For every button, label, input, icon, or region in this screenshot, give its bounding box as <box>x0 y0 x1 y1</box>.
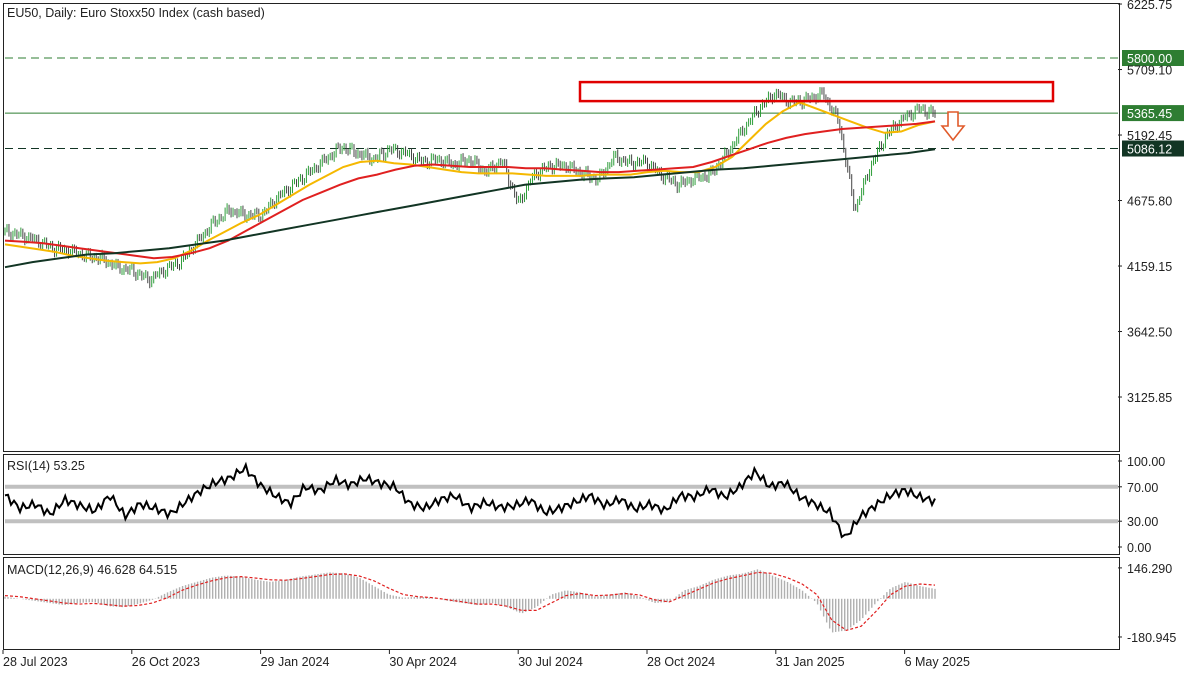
rsi-panel <box>3 454 1120 555</box>
x-tick-label: 29 Jan 2024 <box>261 655 330 669</box>
y-tick-label: 5192.45 <box>1127 129 1172 143</box>
x-tick-label: 30 Jul 2024 <box>518 655 583 669</box>
rsi-tick-label: 100.00 <box>1127 455 1165 469</box>
rsi-title: RSI(14) 53.25 <box>7 459 85 473</box>
level-label: 5365.45 <box>1127 107 1172 121</box>
stock-chart: EU50, Daily: Euro Stoxx50 Index (cash ba… <box>2 0 1184 669</box>
main-chart-title: EU50, Daily: Euro Stoxx50 Index (cash ba… <box>7 6 265 20</box>
x-tick-label: 28 Jul 2023 <box>3 655 68 669</box>
x-tick-label: 31 Jan 2025 <box>776 655 845 669</box>
y-tick-label: 3125.85 <box>1127 391 1172 405</box>
x-tick-label: 30 Apr 2024 <box>389 655 456 669</box>
main-panel <box>3 3 1120 452</box>
x-tick-label: 26 Oct 2023 <box>132 655 200 669</box>
y-tick-label: 6225.75 <box>1127 0 1172 12</box>
level-label: 5086.12 <box>1127 143 1172 157</box>
x-tick-label: 6 May 2025 <box>905 655 970 669</box>
y-tick-label: 3642.50 <box>1127 326 1172 340</box>
macd-tick-label: 146.290 <box>1127 562 1172 576</box>
macd-title: MACD(12,26,9) 46.628 64.515 <box>7 563 177 577</box>
macd-tick-label: -180.945 <box>1127 631 1176 645</box>
rsi-tick-label: 0.00 <box>1127 541 1151 555</box>
y-tick-label: 5709.10 <box>1127 64 1172 78</box>
y-tick-label: 4675.80 <box>1127 195 1172 209</box>
rsi-tick-label: 70.00 <box>1127 481 1158 495</box>
x-tick-label: 28 Oct 2024 <box>647 655 715 669</box>
y-tick-label: 4159.15 <box>1127 260 1172 274</box>
rsi-tick-label: 30.00 <box>1127 515 1158 529</box>
